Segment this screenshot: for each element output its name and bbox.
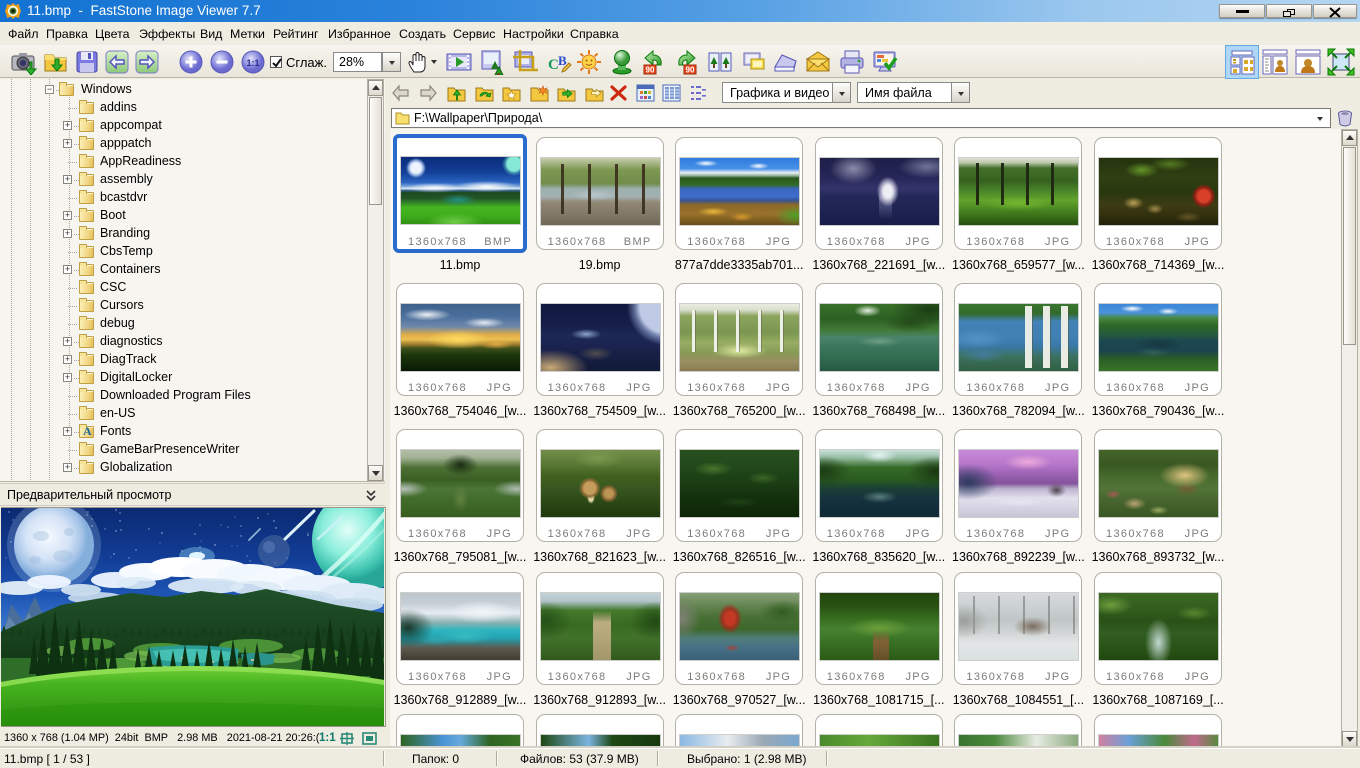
- svg-text:90: 90: [646, 66, 655, 75]
- svg-text:90: 90: [686, 66, 695, 75]
- svg-text:1:1: 1:1: [246, 58, 259, 68]
